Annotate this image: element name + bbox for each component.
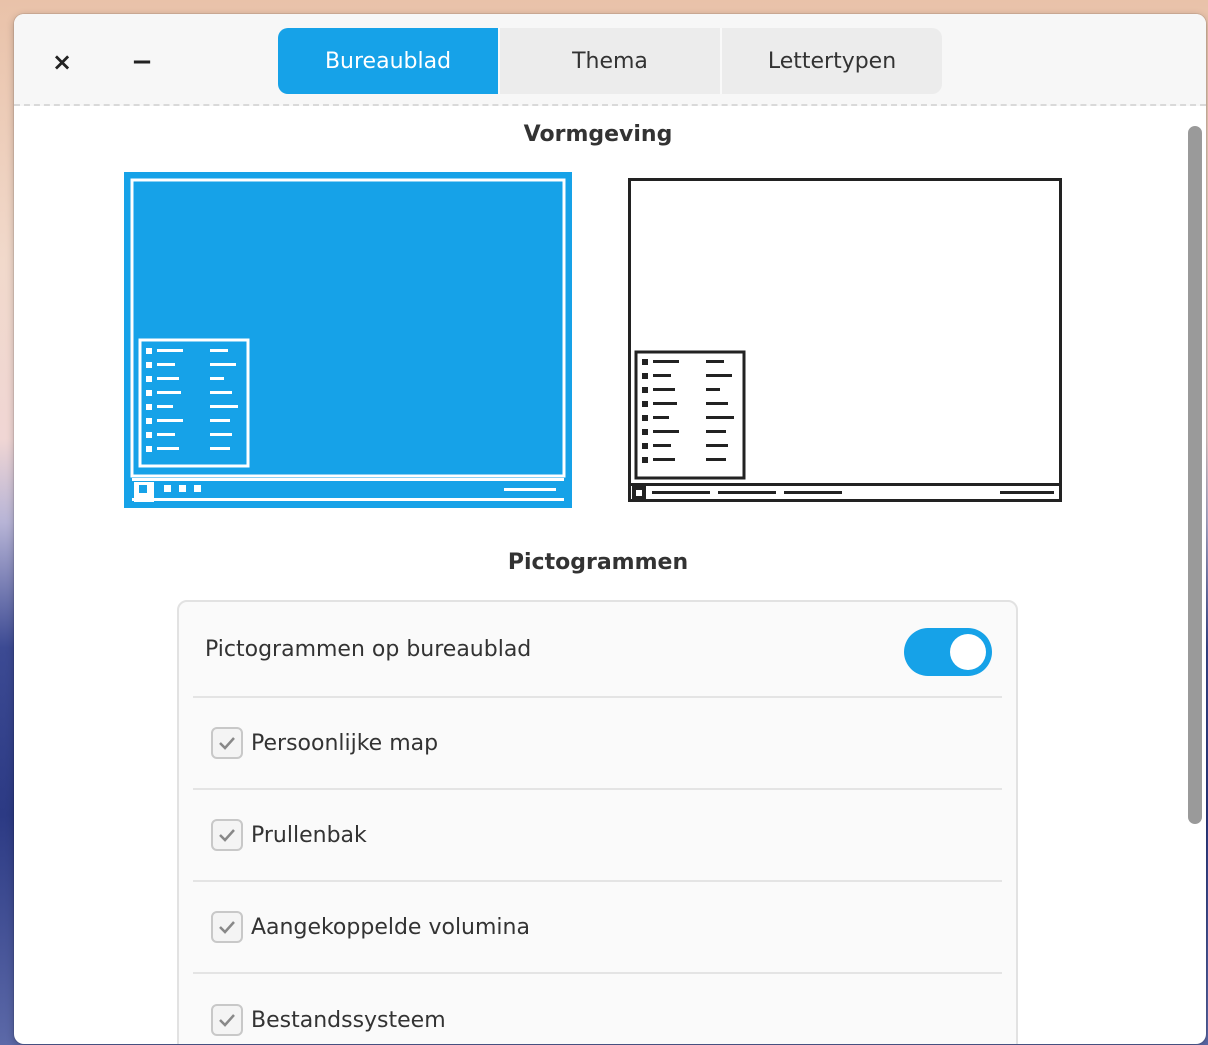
tab-lettertypen[interactable]: Lettertypen: [722, 28, 942, 94]
layout-preview-light-icon: [628, 178, 1062, 502]
settings-window: × − Bureaublad Thema Lettertypen Vormgev…: [14, 14, 1206, 1044]
checkbox-row-volumes[interactable]: Aangekoppelde volumina: [193, 882, 1002, 974]
close-button[interactable]: ×: [44, 44, 80, 80]
desktop-icons-toggle[interactable]: [904, 628, 992, 676]
checkmark-icon: [219, 737, 235, 750]
checkbox-filesystem[interactable]: [211, 1004, 243, 1036]
checkbox-volumes[interactable]: [211, 911, 243, 943]
layout-preview-blue-icon: [124, 172, 572, 508]
tab-bureaublad[interactable]: Bureaublad: [278, 28, 500, 94]
checkbox-row-trash[interactable]: Prullenbak: [193, 790, 1002, 882]
checkmark-icon: [219, 829, 235, 842]
minimize-button[interactable]: −: [124, 44, 160, 80]
toggle-knob: [950, 634, 986, 670]
checkbox-label-home: Persoonlijke map: [251, 730, 439, 756]
icons-settings-card: Pictogrammen op bureaublad Persoonlijke …: [177, 600, 1018, 1044]
checkbox-row-filesystem[interactable]: Bestandssysteem: [193, 974, 1002, 1044]
section-title-icons: Pictogrammen: [507, 550, 689, 575]
section-title-layout: Vormgeving: [523, 122, 673, 147]
checkbox-row-home[interactable]: Persoonlijke map: [193, 698, 1002, 790]
desktop-icons-toggle-row: Pictogrammen op bureaublad: [193, 602, 1002, 698]
desktop-icons-toggle-label: Pictogrammen op bureaublad: [205, 636, 532, 662]
scrollbar[interactable]: [1188, 126, 1202, 824]
checkbox-trash[interactable]: [211, 819, 243, 851]
checkbox-home[interactable]: [211, 727, 243, 759]
layout-option-light[interactable]: [628, 178, 1062, 502]
checkmark-icon: [219, 1014, 235, 1027]
checkbox-label-trash: Prullenbak: [251, 822, 367, 848]
titlebar: × − Bureaublad Thema Lettertypen: [14, 14, 1206, 106]
checkmark-icon: [219, 921, 235, 934]
checkbox-label-filesystem: Bestandssysteem: [251, 1007, 446, 1033]
tab-thema[interactable]: Thema: [500, 28, 722, 94]
tab-bar: Bureaublad Thema Lettertypen: [278, 28, 942, 94]
layout-option-selected[interactable]: [124, 172, 572, 508]
content-area: Vormgeving Pictogrammen Pictogrammen op …: [14, 108, 1206, 1044]
checkbox-label-volumes: Aangekoppelde volumina: [251, 914, 530, 940]
